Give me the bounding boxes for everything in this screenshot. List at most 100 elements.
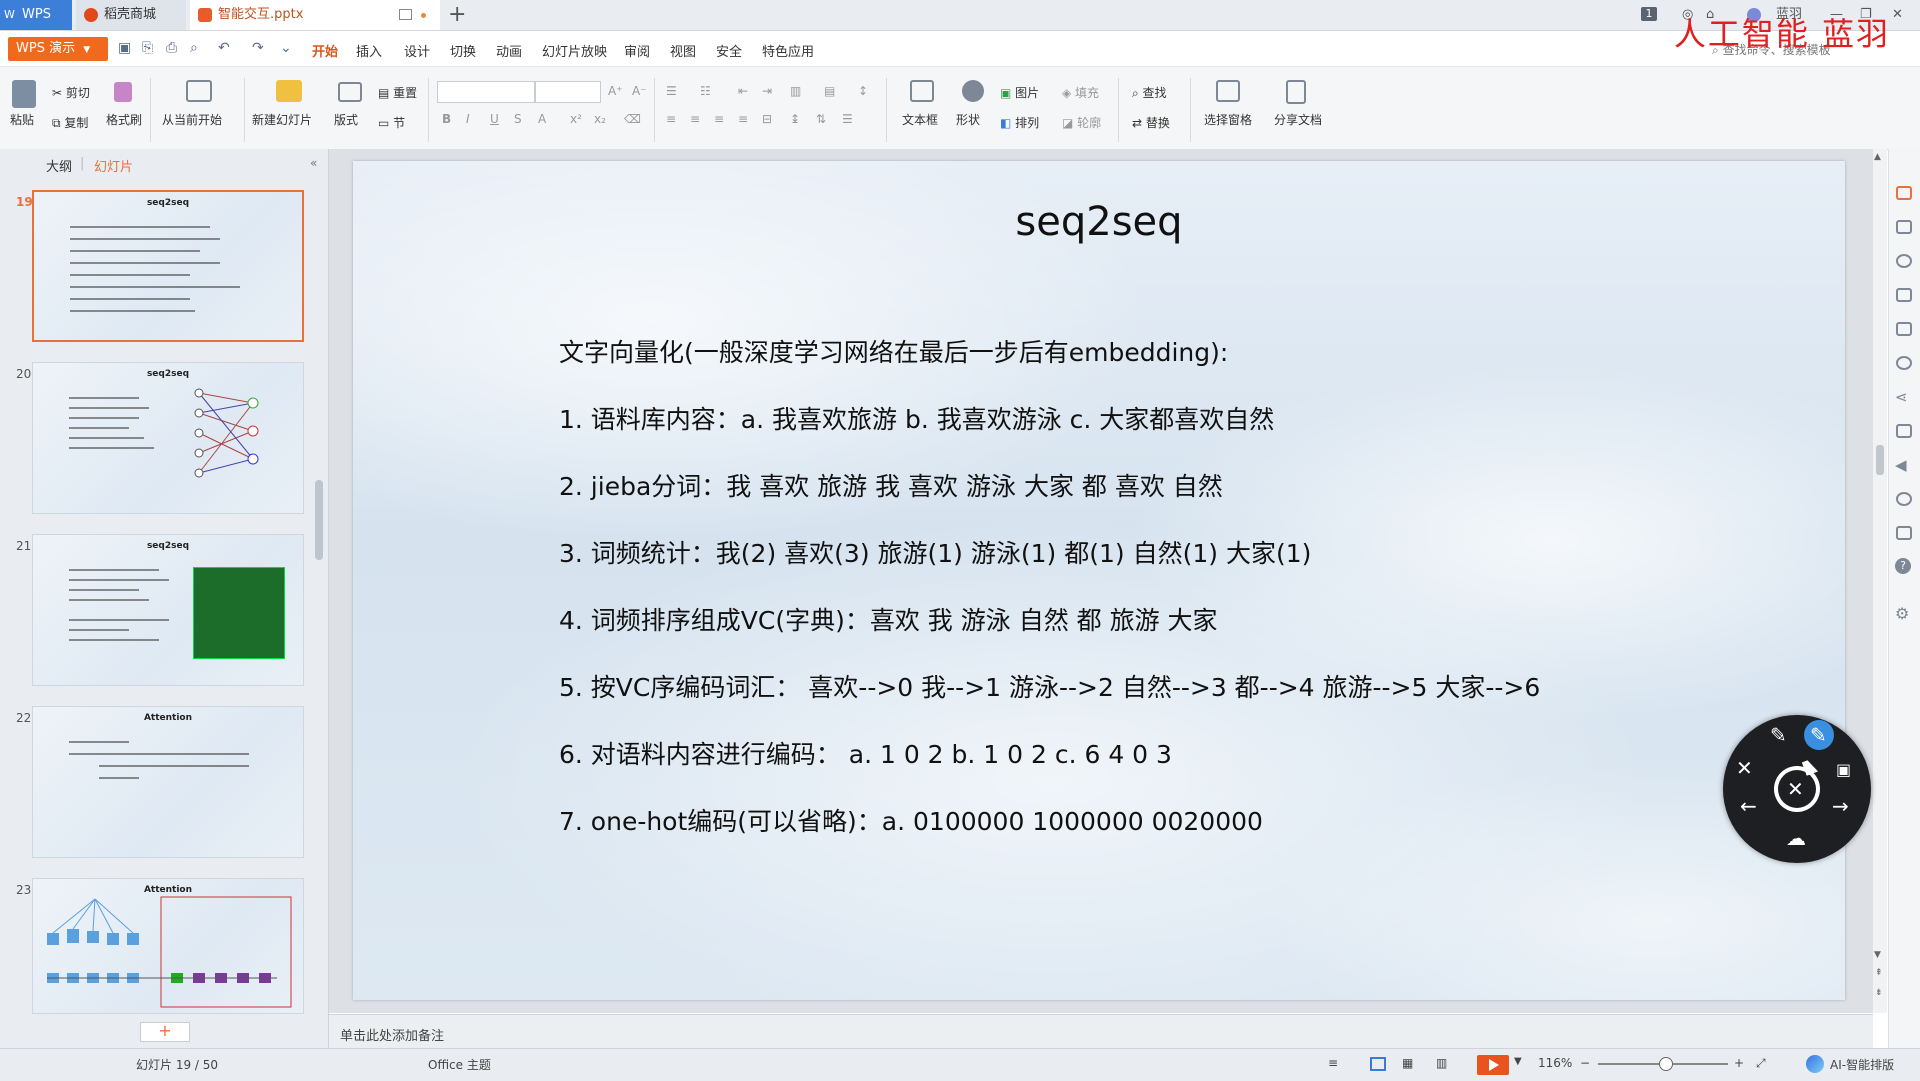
- slide-text-line[interactable]: 3. 词频统计：我(2) 喜欢(3) 旅游(1) 游泳(1) 都(1) 自然(1…: [559, 534, 1311, 570]
- new-tab-button[interactable]: +: [448, 2, 466, 28]
- paste-icon[interactable]: [12, 80, 36, 108]
- menu-view[interactable]: 视图: [670, 41, 696, 60]
- line-spacing-icon[interactable]: ↨: [790, 112, 800, 126]
- slide-text-line[interactable]: 4. 词频排序组成VC(字典)：喜欢 我 游泳 自然 都 旅游 大家: [559, 601, 1218, 637]
- slide-scrollbar-thumb[interactable]: [1876, 445, 1884, 475]
- slide-text-line[interactable]: 6. 对语料内容进行编码： a. 1 0 2 b. 1 0 2 c. 6 4 0…: [559, 735, 1172, 771]
- qat-more-icon[interactable]: ⌄: [280, 40, 292, 56]
- slide-thumbnail[interactable]: Attention: [32, 706, 304, 858]
- notes-placeholder[interactable]: 单击此处添加备注: [340, 1025, 444, 1044]
- new-slide-button[interactable]: 新建幻灯片: [252, 111, 312, 128]
- italic-icon[interactable]: I: [466, 112, 470, 126]
- copy-button[interactable]: ⧉ 复制: [52, 114, 88, 131]
- play-from-current-icon[interactable]: [186, 80, 212, 102]
- find-button[interactable]: ⌕ 查找: [1132, 84, 1167, 101]
- audio-icon[interactable]: ◀: [1895, 456, 1907, 474]
- undo-icon[interactable]: ↶: [218, 40, 230, 56]
- layout-button[interactable]: 版式: [334, 111, 358, 128]
- fit-window-icon[interactable]: ⤢: [1756, 1056, 1766, 1071]
- cut-button[interactable]: ✂ 剪切: [52, 84, 90, 101]
- previous-arrow-icon[interactable]: ←: [1740, 796, 1757, 816]
- current-slide[interactable]: seq2seq 文字向量化(一般深度学习网络在最后一步后有embedding):…: [353, 161, 1845, 1000]
- align-text-icon[interactable]: ▤: [824, 84, 835, 98]
- zoom-out-button[interactable]: −: [1580, 1056, 1590, 1070]
- location-pane-icon[interactable]: [1896, 356, 1912, 370]
- textbox-icon[interactable]: [910, 80, 934, 102]
- chevron-down-icon[interactable]: ▼: [1514, 1056, 1522, 1067]
- picture-button[interactable]: ▣ 图片: [1000, 84, 1039, 101]
- format-painter-icon[interactable]: [114, 82, 132, 102]
- superscript-icon[interactable]: x²: [570, 112, 582, 126]
- zoom-level[interactable]: 116%: [1538, 1056, 1572, 1070]
- menu-animation[interactable]: 动画: [496, 41, 522, 60]
- notes-pane[interactable]: [329, 1014, 1873, 1049]
- previous-slide-icon[interactable]: ⇞: [1875, 968, 1883, 978]
- slideshow-play-button[interactable]: [1477, 1055, 1509, 1075]
- next-slide-icon[interactable]: ⇟: [1875, 988, 1883, 998]
- increase-indent-icon[interactable]: ⇥: [762, 84, 772, 98]
- menu-special[interactable]: 特色应用: [762, 41, 814, 60]
- reset-button[interactable]: ▤ 重置: [378, 84, 417, 101]
- subscript-icon[interactable]: x₂: [594, 112, 606, 126]
- zoom-slider-knob[interactable]: [1659, 1057, 1673, 1071]
- justify-icon[interactable]: ≡: [738, 112, 748, 126]
- text-direction-icon[interactable]: ↕: [858, 84, 868, 98]
- ai-layout-button[interactable]: AI-智能排版: [1830, 1056, 1894, 1073]
- save-icon[interactable]: ▣: [118, 40, 131, 56]
- selection-pane-icon[interactable]: [1216, 80, 1240, 102]
- shape-button[interactable]: 形状: [956, 111, 980, 128]
- columns-icon[interactable]: ▥: [790, 84, 801, 98]
- font-size-select[interactable]: [535, 81, 601, 103]
- share-doc-button[interactable]: 分享文档: [1274, 111, 1322, 128]
- slide-text-line[interactable]: 2. jieba分词：我 喜欢 旅游 我 喜欢 游泳 大家 都 喜欢 自然: [559, 467, 1223, 503]
- thumbnail-scrollbar[interactable]: [315, 480, 323, 560]
- print-preview-icon[interactable]: ⌕: [190, 40, 198, 56]
- decrease-indent-icon[interactable]: ⇤: [738, 84, 748, 98]
- bold-icon[interactable]: B: [442, 112, 451, 126]
- align-right-icon[interactable]: ≡: [714, 112, 724, 126]
- slide-text-line[interactable]: 1. 语料库内容：a. 我喜欢旅游 b. 我喜欢游泳 c. 大家都喜欢自然: [559, 400, 1274, 436]
- grow-font-icon[interactable]: A⁺: [608, 84, 623, 98]
- layout-icon[interactable]: [338, 82, 362, 102]
- theme-name[interactable]: Office 主题: [428, 1056, 491, 1073]
- tab-outline[interactable]: 大纲: [46, 156, 72, 175]
- slide-thumbnail[interactable]: seq2seq: [32, 362, 304, 514]
- fill-button[interactable]: ◈ 填充: [1062, 84, 1099, 101]
- slide-text-line[interactable]: 文字向量化(一般深度学习网络在最后一步后有embedding):: [559, 333, 1228, 369]
- slides-pane-icon[interactable]: [1896, 220, 1912, 234]
- align-left-icon[interactable]: ≡: [666, 112, 676, 126]
- export-icon[interactable]: ⎘: [142, 40, 153, 56]
- distribute-icon[interactable]: ⊟: [762, 112, 772, 126]
- notes-toggle-icon[interactable]: ≡: [1328, 1056, 1338, 1070]
- textbox-button[interactable]: 文本框: [902, 111, 938, 128]
- selection-pane-button[interactable]: 选择窗格: [1204, 111, 1252, 128]
- reading-view-icon[interactable]: ▥: [1436, 1056, 1447, 1070]
- window-count-badge[interactable]: 1: [1641, 7, 1657, 21]
- menu-transition[interactable]: 切换: [450, 41, 476, 60]
- paragraph-spacing-icon[interactable]: ⇅: [816, 112, 826, 126]
- slide-sorter-icon[interactable]: ▦: [1402, 1056, 1413, 1070]
- add-slide-button[interactable]: +: [140, 1022, 190, 1042]
- design-pane-icon[interactable]: [1896, 186, 1912, 200]
- close-pen-icon[interactable]: ✕: [1736, 758, 1753, 778]
- shape-icon[interactable]: [962, 80, 984, 102]
- print-icon[interactable]: ⎙: [166, 40, 177, 56]
- scroll-up-icon[interactable]: ▲: [1874, 152, 1881, 162]
- slide-title[interactable]: seq2seq: [353, 199, 1845, 245]
- backup-icon[interactable]: [1896, 492, 1912, 506]
- ai-layout-icon[interactable]: [1806, 1055, 1824, 1073]
- menu-review[interactable]: 审阅: [624, 41, 650, 60]
- screen-icon[interactable]: ▣: [1836, 760, 1851, 780]
- window-mode-icon[interactable]: [399, 9, 412, 20]
- slide-text-line[interactable]: 5. 按VC序编码词汇： 喜欢-->0 我-->1 游泳-->2 自然-->3 …: [559, 668, 1540, 704]
- next-arrow-icon[interactable]: →: [1832, 796, 1849, 816]
- section-button[interactable]: ▭ 节: [378, 114, 405, 131]
- menu-insert[interactable]: 插入: [356, 41, 382, 60]
- align-center-icon[interactable]: ≡: [690, 112, 700, 126]
- slide-scrollbar[interactable]: [1873, 149, 1887, 1013]
- format-painter-button[interactable]: 格式刷: [106, 111, 142, 128]
- collapse-panel-icon[interactable]: «: [310, 156, 317, 170]
- tab-slides[interactable]: 幻灯片: [94, 156, 133, 175]
- shape-pane-icon[interactable]: [1896, 254, 1912, 268]
- properties-pane-icon[interactable]: [1896, 288, 1912, 302]
